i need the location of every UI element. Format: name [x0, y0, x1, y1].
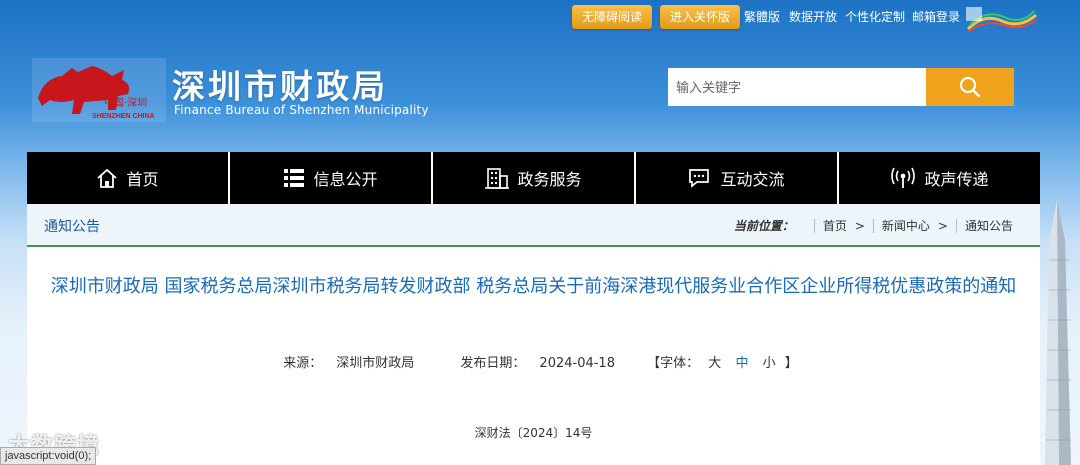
- breadcrumb-notices-link[interactable]: 通知公告: [965, 217, 1013, 234]
- breadcrumb: 当前位置： 首页 > 新闻中心 > 通知公告: [734, 217, 1013, 234]
- city-skyline-image: [1045, 200, 1071, 465]
- nav-label: 信息公开: [313, 170, 378, 189]
- shenzhen-emblem-icon[interactable]: [964, 5, 1040, 35]
- search-box: [668, 68, 1014, 106]
- section-header-bar: 通知公告 当前位置： 首页 > 新闻中心 > 通知公告: [27, 204, 1040, 247]
- source-label: 来源：: [283, 356, 323, 371]
- nav-label: 首页: [126, 170, 159, 189]
- article-meta: 来源： 深圳市财政局 发布日期： 2024-04-18 【字体： 大 中 小 】: [27, 352, 1040, 371]
- home-icon: [97, 168, 118, 188]
- breadcrumb-separator: >: [937, 218, 948, 233]
- font-size-bracket-close: 】: [784, 356, 798, 371]
- search-icon: [959, 76, 981, 98]
- source-value: 深圳市财政局: [336, 356, 415, 371]
- nav-item-info-disclosure[interactable]: 信息公开: [230, 152, 433, 204]
- list-icon: [284, 169, 305, 187]
- nav-label: 政声传递: [924, 170, 989, 189]
- content-panel: 通知公告 当前位置： 首页 > 新闻中心 > 通知公告 深圳市财政局 国家税务总…: [27, 204, 1040, 465]
- document-number: 深财法〔2024〕14号: [474, 426, 593, 440]
- breadcrumb-home-link[interactable]: 首页: [823, 217, 847, 234]
- logo-en-text: SHENZHEN CHINA: [92, 113, 155, 120]
- building-icon: [485, 168, 510, 189]
- shenzhen-bull-logo: 中国·深圳 SHENZHEN CHINA: [32, 58, 166, 122]
- nav-item-voice-transmission[interactable]: 政声传递: [839, 152, 1040, 204]
- chat-icon: [689, 169, 710, 188]
- nav-item-gov-service[interactable]: 政务服务: [433, 152, 636, 204]
- nav-item-home[interactable]: 首页: [27, 152, 230, 204]
- font-size-controls: 【字体： 大 中 小 】: [647, 356, 798, 371]
- search-button[interactable]: [926, 68, 1014, 106]
- traditional-chinese-link[interactable]: 繁體版: [744, 5, 780, 29]
- browser-status-bar: javascript:void(0);: [0, 447, 97, 465]
- mail-login-link[interactable]: 邮箱登录: [912, 5, 960, 29]
- logo-cn-text: 中国·深圳: [104, 96, 147, 109]
- nav-label: 互动交流: [720, 170, 785, 189]
- accessibility-reading-button[interactable]: 无障碍阅读: [572, 5, 653, 29]
- publish-date: 2024-04-18: [539, 356, 615, 371]
- elder-care-mode-button[interactable]: 进入关怀版: [660, 5, 741, 29]
- nav-label: 政务服务: [517, 170, 582, 189]
- font-size-label: 【字体：: [647, 356, 700, 371]
- breadcrumb-news-link[interactable]: 新闻中心: [882, 217, 930, 234]
- date-label: 发布日期：: [460, 356, 526, 371]
- personalize-link[interactable]: 个性化定制: [845, 5, 905, 29]
- top-utility-bar: 无障碍阅读 进入关怀版 繁體版 数据开放 个性化定制 邮箱登录: [0, 5, 1080, 33]
- breadcrumb-separator: >: [854, 218, 865, 233]
- article-title: 深圳市财政局 国家税务总局深圳市税务局转发财政部 税务总局关于前海深港现代服务业…: [50, 276, 1017, 297]
- open-data-link[interactable]: 数据开放: [789, 5, 837, 29]
- site-title: 深圳市财政局: [172, 67, 388, 106]
- nav-item-interaction[interactable]: 互动交流: [636, 152, 839, 204]
- site-subtitle: Finance Bureau of Shenzhen Municipality: [174, 103, 429, 117]
- font-size-small[interactable]: 小: [763, 356, 776, 371]
- font-size-medium[interactable]: 中: [735, 356, 748, 371]
- breadcrumb-prefix: 当前位置：: [733, 219, 794, 233]
- font-size-large[interactable]: 大: [708, 356, 721, 371]
- search-input[interactable]: [668, 68, 926, 106]
- main-nav: 首页 信息公开 政务服务 互动交流 政声传递: [27, 152, 1040, 204]
- section-title: 通知公告: [44, 219, 100, 235]
- broadcast-icon: [891, 167, 916, 188]
